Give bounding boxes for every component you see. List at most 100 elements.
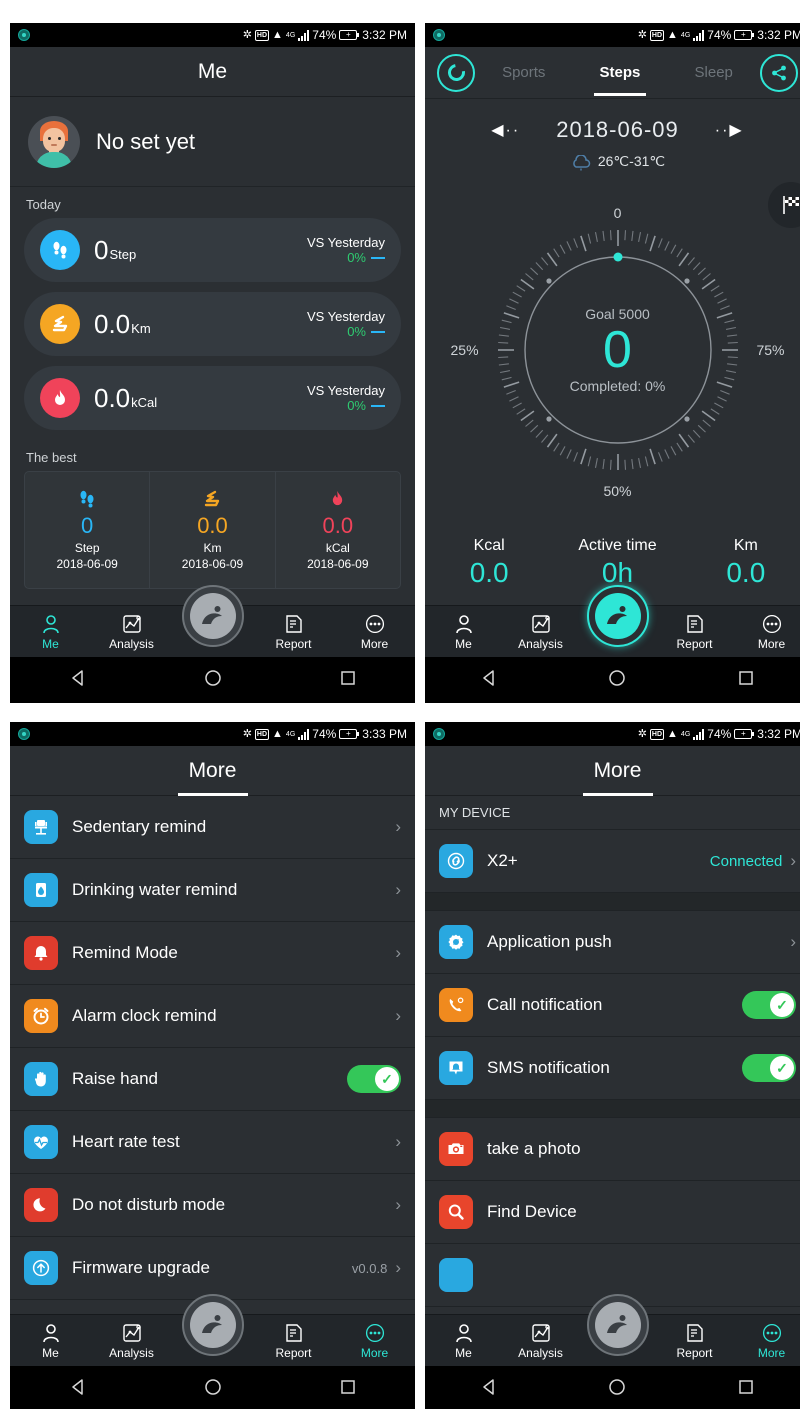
flame-icon — [330, 490, 345, 511]
chevron-right-icon: › — [790, 932, 796, 951]
goal-flag-button[interactable] — [768, 182, 800, 228]
nav-label-me: Me — [455, 636, 472, 651]
prev-day-button[interactable]: ◀·· — [491, 120, 520, 140]
nav-item-me[interactable]: Me — [425, 1322, 502, 1360]
sms-notification-toggle[interactable] — [742, 1054, 796, 1082]
run-logo-icon — [594, 1302, 641, 1348]
nav-item-more[interactable]: More — [334, 613, 415, 651]
list-item[interactable]: Heart rate test › — [10, 1111, 415, 1174]
nav-label-report: Report — [676, 1345, 713, 1360]
back-icon[interactable] — [479, 668, 499, 693]
nav-item-more[interactable]: More — [733, 1322, 800, 1360]
home-icon[interactable] — [607, 668, 627, 693]
gauge-center: Goal 5000 0 Completed: 0% — [493, 225, 743, 475]
list-item[interactable]: take a photo — [425, 1118, 800, 1181]
today-kcal-unit: kCal — [131, 394, 158, 410]
list-item[interactable]: Call notification — [425, 974, 800, 1037]
list-item[interactable]: Application push › — [425, 911, 800, 974]
list-item[interactable]: Find Device — [425, 1181, 800, 1244]
nav-item-analysis[interactable]: Analysis — [502, 613, 579, 651]
tab-sleep[interactable]: Sleep — [689, 47, 739, 98]
metric-active-time-label: Active time — [578, 537, 657, 554]
back-icon[interactable] — [68, 1377, 88, 1402]
profile-name: No set yet — [96, 128, 196, 154]
nav-item-report[interactable]: Report — [253, 1322, 334, 1360]
list-item[interactable]: Sedentary remind › — [10, 796, 415, 859]
list-item-label: SMS notification — [487, 1058, 610, 1077]
back-icon[interactable] — [479, 1377, 499, 1402]
gauge-goal-label: Goal 5000 — [585, 305, 650, 322]
today-stat-card[interactable]: 0.0 kCal VS Yesterday 0% — [24, 366, 401, 430]
list-separator — [425, 893, 800, 911]
run-logo-button[interactable] — [181, 585, 244, 647]
list-item-label: Firmware upgrade — [72, 1258, 210, 1277]
tab-steps[interactable]: Steps — [593, 47, 647, 98]
list-item[interactable]: X2+ Connected › — [425, 830, 800, 893]
run-logo-button[interactable] — [181, 1294, 244, 1356]
app-status-icon — [433, 29, 445, 41]
list-item[interactable]: Raise hand — [10, 1048, 415, 1111]
page-title: More — [10, 746, 415, 796]
list-item-label: Heart rate test — [72, 1132, 180, 1151]
nav-label-me: Me — [42, 636, 59, 651]
battery-percent: 74% — [707, 727, 732, 741]
list-item[interactable]: SMS notification — [425, 1037, 800, 1100]
list-item-label: Application push — [487, 932, 612, 951]
list-item[interactable]: Drinking water remind › — [10, 859, 415, 922]
nav-item-analysis[interactable]: Analysis — [91, 613, 172, 651]
document-icon — [284, 1322, 304, 1344]
nav-item-more[interactable]: More — [334, 1322, 415, 1360]
back-icon[interactable] — [68, 668, 88, 693]
hd-icon: HD — [254, 728, 270, 740]
metric-active-time: Active time 0h — [553, 537, 681, 589]
home-icon[interactable] — [203, 1377, 223, 1402]
phone-more-screen: ✲ HD ▲ 4G 74% + 3:33 PM More Sedentary r… — [10, 722, 415, 1409]
app-status-icon — [18, 29, 30, 41]
wifi-icon: ▲ — [272, 28, 283, 41]
recents-icon[interactable] — [736, 668, 756, 693]
recents-icon[interactable] — [338, 668, 358, 693]
nav-item-analysis[interactable]: Analysis — [91, 1322, 172, 1360]
gauge-completed-label: Completed: 0% — [569, 377, 666, 394]
ellipsis-icon — [365, 613, 385, 635]
list-item-label: Drinking water remind — [72, 880, 238, 899]
today-step-change: 0% — [347, 250, 366, 265]
nav-item-me[interactable]: Me — [10, 1322, 91, 1360]
recents-icon[interactable] — [338, 1377, 358, 1402]
tab-sports[interactable]: Sports — [496, 47, 551, 98]
nav-item-report[interactable]: Report — [656, 1322, 733, 1360]
today-stat-card[interactable]: 0.0 Km VS Yesterday 0% — [24, 292, 401, 356]
run-logo-button[interactable] — [586, 585, 649, 647]
home-icon[interactable] — [607, 1377, 627, 1402]
list-item[interactable]: Firmware upgrade v0.0.8 › — [10, 1237, 415, 1300]
avatar[interactable] — [28, 115, 80, 168]
list-item[interactable]: Remind Mode › — [10, 922, 415, 985]
recents-icon[interactable] — [736, 1377, 756, 1402]
run-logo-button[interactable] — [586, 1294, 649, 1356]
chevron-right-icon: › — [790, 851, 796, 870]
share-button[interactable] — [760, 53, 798, 92]
status-bar: ✲ HD ▲ 4G 74% + 3:32 PM — [425, 23, 800, 47]
next-day-button[interactable]: ··▶ — [715, 120, 744, 140]
nav-item-me[interactable]: Me — [425, 613, 502, 651]
nav-item-me[interactable]: Me — [10, 613, 91, 651]
list-item[interactable]: Do not disturb mode › — [10, 1174, 415, 1237]
list-item[interactable]: Alarm clock remind › — [10, 985, 415, 1048]
today-stat-card[interactable]: 0 Step VS Yesterday 0% — [24, 218, 401, 282]
weather-temp: 26℃-31℃ — [597, 153, 666, 169]
nav-label-more: More — [360, 1345, 389, 1360]
list-item-label: Call notification — [487, 995, 603, 1014]
home-icon[interactable] — [203, 668, 223, 693]
nav-item-analysis[interactable]: Analysis — [502, 1322, 579, 1360]
device-settings-list: MY DEVICE X2+ Connected › Application pu… — [425, 796, 800, 1314]
nav-item-report[interactable]: Report — [656, 613, 733, 651]
device-connection-status: Connected — [709, 852, 783, 870]
nav-item-report[interactable]: Report — [253, 613, 334, 651]
call-notification-toggle[interactable] — [742, 991, 796, 1019]
raise-hand-toggle[interactable] — [347, 1065, 401, 1093]
target-goal-button[interactable] — [437, 53, 475, 92]
person-icon — [454, 1322, 474, 1344]
profile-row[interactable]: No set yet — [10, 97, 415, 187]
nav-item-more[interactable]: More — [733, 613, 800, 651]
battery-icon: + — [339, 729, 360, 739]
